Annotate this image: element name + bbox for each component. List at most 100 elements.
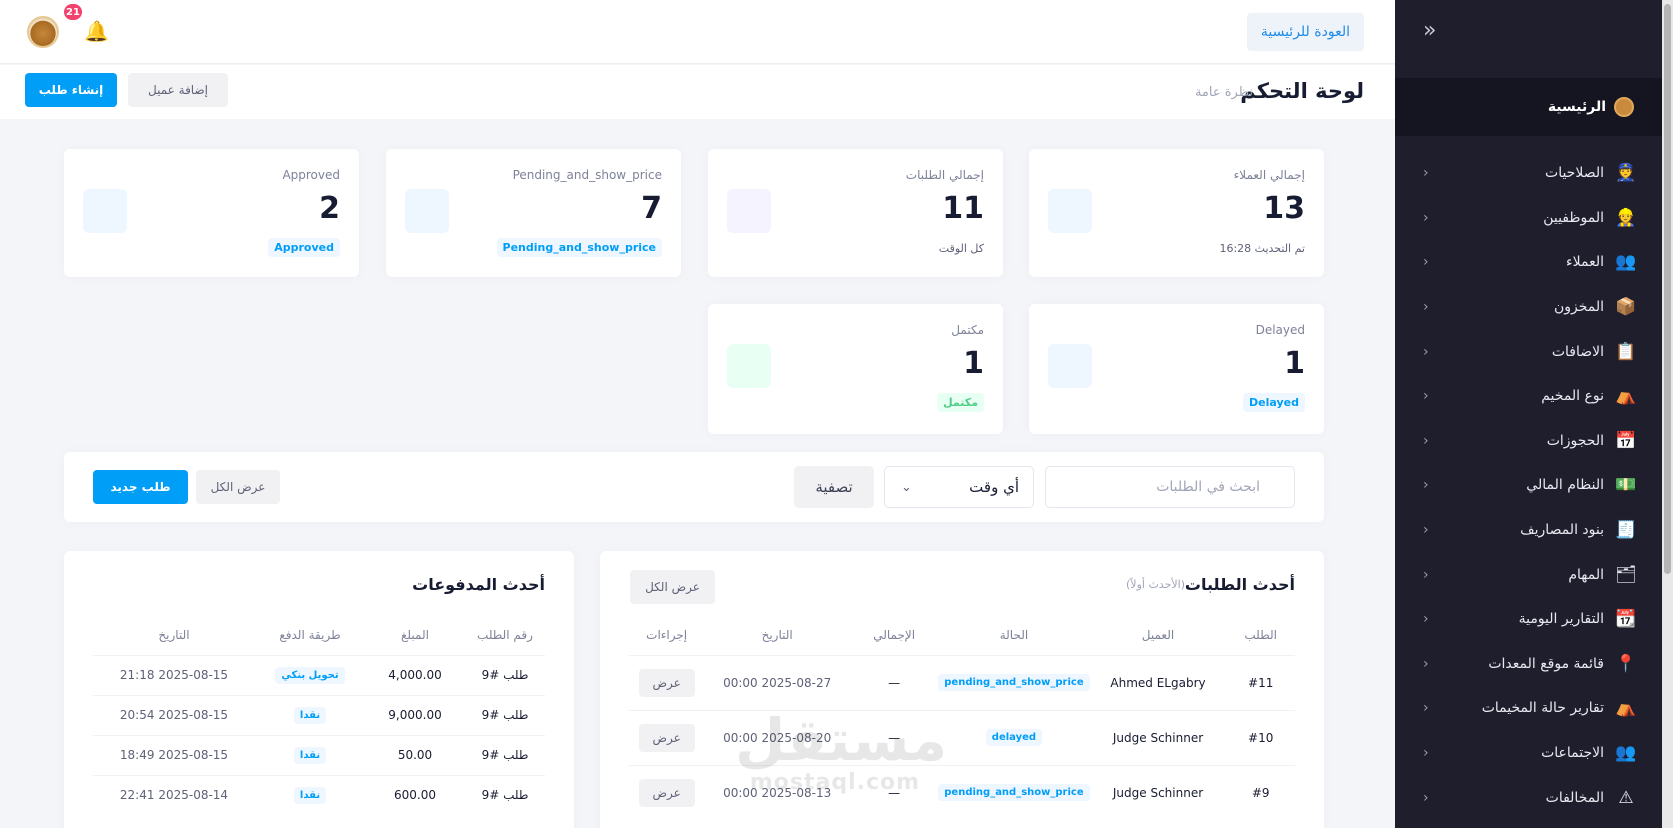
payment-method: نقدا <box>255 774 365 815</box>
new-order-button[interactable]: طلب جديد <box>93 470 188 504</box>
recent-payments-card: أحدث المدفوعات رقم الطلب المبلغ طريقة ال… <box>64 551 574 828</box>
filter-button[interactable]: تصفية <box>794 466 874 508</box>
view-all-orders-button[interactable]: عرض الكل <box>630 570 715 604</box>
payment-method: تحويل بنكي <box>255 654 365 695</box>
sidebar-item[interactable]: 👥 الاجتماعات ‹ <box>1395 731 1662 776</box>
stat-value: 11 <box>942 191 984 226</box>
payment-method-badge: نقدا <box>293 746 327 764</box>
table-row: #11 Ahmed ELgabry pending_and_show_price… <box>629 654 1295 710</box>
sidebar-item[interactable]: ⚠ المخالفات ‹ <box>1395 775 1662 820</box>
view-all-button[interactable]: عرض الكل <box>196 470 280 504</box>
page-scrollbar[interactable] <box>1662 0 1673 828</box>
orders-filter-bar: ابحث في الطلبات أي وقت ⌄ تصفية عرض الكل … <box>64 452 1324 522</box>
recent-payments-title: أحدث المدفوعات <box>412 575 545 594</box>
view-order-button[interactable]: عرض <box>638 723 695 752</box>
stat-title: مكتمل <box>951 323 984 337</box>
approved-stat-icon <box>83 189 127 233</box>
order-id: #11 <box>1226 654 1295 710</box>
table-header-row: رقم الطلب المبلغ طريقة الدفع التاريخ <box>93 615 545 655</box>
payment-method-badge: نقدا <box>293 706 327 724</box>
payment-order: طلب #9 <box>465 734 545 775</box>
scrollbar-thumb[interactable] <box>1664 4 1671 574</box>
order-id: #10 <box>1226 709 1295 765</box>
add-customer-button[interactable]: إضافة عميل <box>128 73 228 107</box>
stat-footnote: كل الوقت <box>938 242 984 255</box>
sidebar-item-label: الاضافات <box>1551 343 1604 360</box>
meetings-icon: 👥 <box>1615 743 1637 764</box>
order-date: 2025-08-13 00:00 <box>704 764 851 820</box>
table-row: طلب #9 4,000.00 تحويل بنكي 2025-08-15 21… <box>93 654 545 695</box>
stat-card-pending: Pending_and_show_price 7 Pending_and_sho… <box>386 149 681 277</box>
sidebar-item[interactable]: 👷 الموظفيين ‹ <box>1395 196 1662 241</box>
avatar[interactable] <box>27 16 59 48</box>
stat-card-delayed: Delayed 1 Delayed <box>1029 304 1324 434</box>
chevron-left-icon: ‹ <box>1423 254 1429 271</box>
column-header: الإجمالي <box>873 627 916 642</box>
sidebar-item-label: المهام <box>1568 566 1604 583</box>
sidebar-item-label: النظام المالي <box>1526 477 1604 494</box>
payment-date: 2025-08-15 18:49 <box>93 734 255 775</box>
employees-icon: 👷 <box>1615 207 1637 228</box>
column-header: إجراءات <box>646 627 688 642</box>
table-row: طلب #9 50.00 نقدا 2025-08-15 18:49 <box>93 734 545 775</box>
sidebar-item[interactable]: 📍 قائمة موقع المعدات ‹ <box>1395 642 1662 687</box>
column-header: الطلب <box>1244 627 1277 642</box>
chevron-left-icon: ‹ <box>1423 432 1429 449</box>
sidebar-item-label: المخزون <box>1553 299 1604 316</box>
sidebar-item[interactable]: 📆 التقارير اليومية ‹ <box>1395 597 1662 642</box>
order-customer: Judge Schinner <box>1089 709 1227 765</box>
column-header: رقم الطلب <box>477 627 533 642</box>
payment-order: طلب #9 <box>465 694 545 735</box>
chevron-left-icon: ‹ <box>1423 343 1429 360</box>
order-status: pending_and_show_price <box>938 654 1090 710</box>
bell-icon[interactable]: 🔔 <box>84 19 109 43</box>
sidebar-item[interactable]: 👮 الصلاحيات ‹ <box>1395 151 1662 196</box>
search-orders-input[interactable]: ابحث في الطلبات <box>1045 466 1295 508</box>
chevron-left-icon: ‹ <box>1423 700 1429 717</box>
sidebar-item-label: قائمة موقع المعدات <box>1488 655 1604 672</box>
collapse-sidebar-icon[interactable]: « <box>1423 18 1436 43</box>
sidebar-item[interactable]: 📋 الاضافات ‹ <box>1395 329 1662 374</box>
column-header: التاريخ <box>158 627 190 642</box>
tasks-icon: 🗂 <box>1615 564 1637 585</box>
sidebar-item[interactable]: ⛺ تقارير حالة المخيمات ‹ <box>1395 686 1662 731</box>
order-total: — <box>850 764 939 820</box>
column-header: طريقة الدفع <box>279 627 341 642</box>
expenses-icon: 🧾 <box>1615 520 1637 541</box>
status-badge: Approved <box>268 238 340 257</box>
chevron-left-icon: ‹ <box>1423 388 1429 405</box>
sidebar-item[interactable]: 📦 المخزون ‹ <box>1395 285 1662 330</box>
sidebar-item-home[interactable]: الرئيسية <box>1395 78 1662 136</box>
create-order-button[interactable]: إنشاء طلب <box>25 73 117 107</box>
stat-title: Approved <box>282 168 340 182</box>
stat-card-approved: Approved 2 Approved <box>64 149 359 277</box>
payment-order: طلب #9 <box>465 774 545 815</box>
order-id: #9 <box>1226 764 1295 820</box>
stat-title: Delayed <box>1255 323 1305 337</box>
additions-icon: 📋 <box>1615 341 1637 362</box>
sidebar-item-label: تقارير حالة المخيمات <box>1481 700 1604 717</box>
recent-orders-note: (الأحدث أولاً) <box>1126 578 1185 591</box>
payment-amount: 600.00 <box>365 774 465 815</box>
stat-value: 7 <box>641 191 662 226</box>
sidebar-item[interactable]: 👥 العملاء ‹ <box>1395 240 1662 285</box>
equipment-location-icon: 📍 <box>1615 653 1637 674</box>
sidebar-item[interactable]: 🧾 بنود المصاريف ‹ <box>1395 508 1662 553</box>
completed-stat-icon <box>727 344 771 388</box>
sidebar-item[interactable]: ⛺ نوع المخيم ‹ <box>1395 374 1662 419</box>
view-order-button[interactable]: عرض <box>638 668 695 697</box>
time-range-select[interactable]: أي وقت ⌄ <box>884 466 1034 508</box>
chevron-left-icon: ‹ <box>1423 477 1429 494</box>
payment-order: طلب #9 <box>465 654 545 695</box>
chevron-left-icon: ‹ <box>1423 522 1429 539</box>
permissions-icon: 👮 <box>1615 163 1637 184</box>
sidebar-item[interactable]: 💵 النظام المالي ‹ <box>1395 463 1662 508</box>
view-order-button[interactable]: عرض <box>638 778 695 807</box>
sidebar-item[interactable]: 📅 الحجوزات ‹ <box>1395 419 1662 464</box>
sidebar-item[interactable]: 🗂 المهام ‹ <box>1395 552 1662 597</box>
payment-date: 2025-08-15 20:54 <box>93 694 255 735</box>
back-to-home-button[interactable]: العودة للرئيسية <box>1246 13 1364 51</box>
payment-amount: 50.00 <box>365 734 465 775</box>
customers-icon: 👥 <box>1615 252 1637 273</box>
orders-stat-icon <box>727 189 771 233</box>
